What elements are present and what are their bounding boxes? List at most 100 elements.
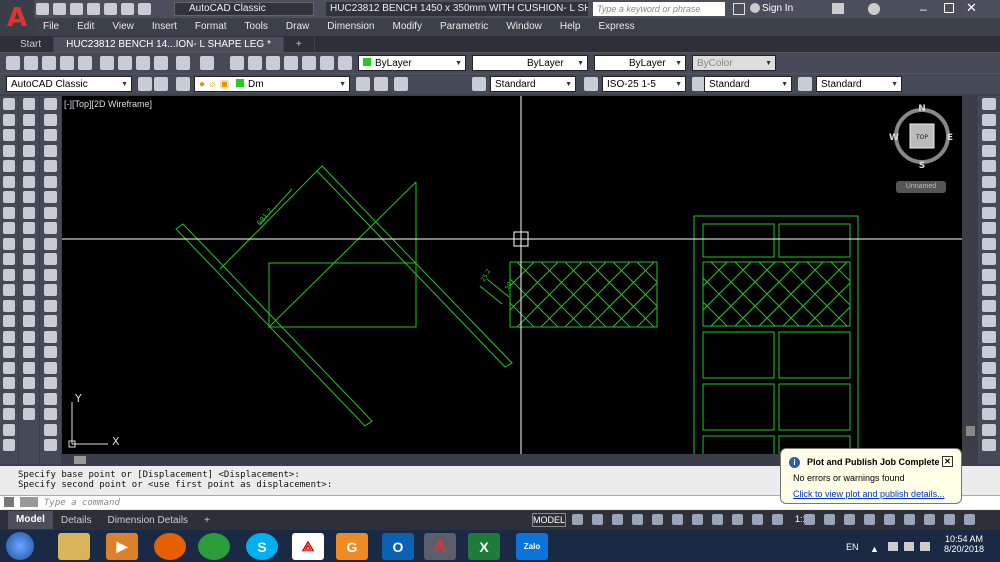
app-logo[interactable]: A <box>0 0 34 36</box>
draw2-tool-icon[interactable] <box>44 144 57 157</box>
draw-tool-icon[interactable] <box>3 237 15 250</box>
workspace-dropdown[interactable]: AutoCAD Classic <box>174 2 314 16</box>
draw2-tool-icon[interactable] <box>44 315 57 327</box>
right-tool-icon[interactable] <box>982 361 996 374</box>
add-tab-button[interactable]: + <box>284 37 315 52</box>
properties-icon[interactable] <box>302 56 316 70</box>
draw-tool-icon[interactable] <box>3 144 15 157</box>
status-toggle-icon[interactable] <box>692 514 703 525</box>
modify-tool-icon[interactable] <box>23 253 35 265</box>
status-toggle-icon[interactable] <box>752 514 763 525</box>
right-tool-icon[interactable] <box>982 191 996 203</box>
tray-arrow-icon[interactable]: ▲ <box>870 544 879 554</box>
match-properties-icon[interactable] <box>154 56 168 70</box>
plot-icon[interactable] <box>104 3 117 15</box>
right-tool-icon[interactable] <box>982 284 996 296</box>
draw2-tool-icon[interactable] <box>44 206 57 219</box>
modify-tool-icon[interactable] <box>23 392 35 405</box>
undo-icon[interactable] <box>176 56 190 70</box>
draw2-tool-icon[interactable] <box>44 129 57 141</box>
status-toggle-icon[interactable] <box>824 514 835 525</box>
draw-tool-icon[interactable] <box>3 439 15 451</box>
modify-tool-icon[interactable] <box>23 346 35 358</box>
add-layout-button[interactable]: + <box>196 515 218 526</box>
plotstyle-dropdown[interactable]: ByColor <box>692 55 776 72</box>
draw2-tool-icon[interactable] <box>44 346 57 358</box>
right-tool-icon[interactable] <box>982 129 996 141</box>
modify-tool-icon[interactable] <box>23 284 35 296</box>
lineweight-dropdown[interactable]: ByLayer <box>594 55 686 72</box>
user-icon[interactable] <box>750 3 760 13</box>
draw-tool-icon[interactable] <box>3 346 15 358</box>
undo-icon[interactable] <box>121 3 134 15</box>
draw2-tool-icon[interactable] <box>44 268 57 281</box>
draw2-tool-icon[interactable] <box>44 191 57 203</box>
right-tool-icon[interactable] <box>982 346 996 358</box>
draw-tool-icon[interactable] <box>3 175 15 188</box>
modify-tool-icon[interactable] <box>23 206 35 219</box>
draw-tool-icon[interactable] <box>3 392 15 405</box>
draw2-tool-icon[interactable] <box>44 113 57 126</box>
table-style-dropdown[interactable]: Standard <box>704 76 792 93</box>
sign-in-link[interactable]: Sign In <box>762 3 793 14</box>
mleader-style-dropdown[interactable]: Standard <box>816 76 902 93</box>
dim-style-icon[interactable] <box>584 77 598 91</box>
network-icon[interactable] <box>888 542 898 551</box>
draw2-tool-icon[interactable] <box>44 98 57 110</box>
compass-south[interactable]: S <box>919 161 925 171</box>
right-tool-icon[interactable] <box>982 439 996 451</box>
menu-help[interactable]: Help <box>551 21 590 32</box>
minimize-icon[interactable]: – <box>920 2 927 16</box>
draw2-tool-icon[interactable] <box>44 284 57 296</box>
zoom-previous-icon[interactable] <box>284 56 298 70</box>
plot-notification[interactable]: i Plot and Publish Job Complete ✕ No err… <box>780 448 962 504</box>
menu-draw[interactable]: Draw <box>277 21 318 32</box>
open-icon[interactable] <box>53 3 66 15</box>
exchange-icon[interactable] <box>832 3 844 14</box>
start-button[interactable] <box>6 532 34 560</box>
modify-tool-icon[interactable] <box>23 144 35 157</box>
modify-tool-icon[interactable] <box>23 191 35 203</box>
zoom-icon[interactable] <box>248 56 262 70</box>
compass-east[interactable]: E <box>947 133 953 143</box>
zoom-window-icon[interactable] <box>266 56 280 70</box>
right-tool-icon[interactable] <box>982 113 996 126</box>
draw-tool-icon[interactable] <box>3 284 15 296</box>
right-tool-icon[interactable] <box>982 253 996 265</box>
tab-details[interactable]: Details <box>53 515 100 526</box>
menu-dimension[interactable]: Dimension <box>318 21 383 32</box>
draw-tool-icon[interactable] <box>3 98 15 110</box>
layer-state-icon[interactable] <box>176 77 190 91</box>
menu-tools[interactable]: Tools <box>236 21 277 32</box>
status-toggle-icon[interactable] <box>592 514 603 525</box>
draw2-tool-icon[interactable] <box>44 222 57 234</box>
status-toggle-icon[interactable] <box>632 514 643 525</box>
gear-icon[interactable] <box>138 77 152 91</box>
help-icon[interactable] <box>338 56 352 70</box>
menu-edit[interactable]: Edit <box>68 21 103 32</box>
command-prompt-icon[interactable] <box>20 497 38 507</box>
make-current-icon[interactable] <box>356 77 370 91</box>
modify-tool-icon[interactable] <box>23 129 35 141</box>
compass-north[interactable]: N <box>918 104 926 114</box>
preview-icon[interactable] <box>78 56 92 70</box>
layer-properties-icon[interactable] <box>154 77 168 91</box>
menu-insert[interactable]: Insert <box>143 21 186 32</box>
layer-dropdown[interactable]: ● ☼ ▣ Dm <box>194 76 350 93</box>
modify-tool-icon[interactable] <box>23 315 35 327</box>
status-toggle-icon[interactable] <box>924 514 935 525</box>
draw2-tool-icon[interactable] <box>44 299 57 312</box>
save-icon[interactable] <box>70 3 83 15</box>
mleader-style-icon[interactable] <box>798 77 812 91</box>
draw-tool-icon[interactable] <box>3 222 15 234</box>
draw-tool-icon[interactable] <box>3 315 15 327</box>
battery-icon[interactable] <box>904 542 914 551</box>
zalo-icon[interactable]: Zalo <box>516 533 548 560</box>
modify-tool-icon[interactable] <box>23 160 35 172</box>
pan-icon[interactable] <box>230 56 244 70</box>
status-toggle-icon[interactable] <box>772 514 783 525</box>
draw2-tool-icon[interactable] <box>44 361 57 374</box>
status-toggle-icon[interactable] <box>612 514 623 525</box>
status-toggle-icon[interactable] <box>944 514 955 525</box>
right-tool-icon[interactable] <box>982 408 996 420</box>
